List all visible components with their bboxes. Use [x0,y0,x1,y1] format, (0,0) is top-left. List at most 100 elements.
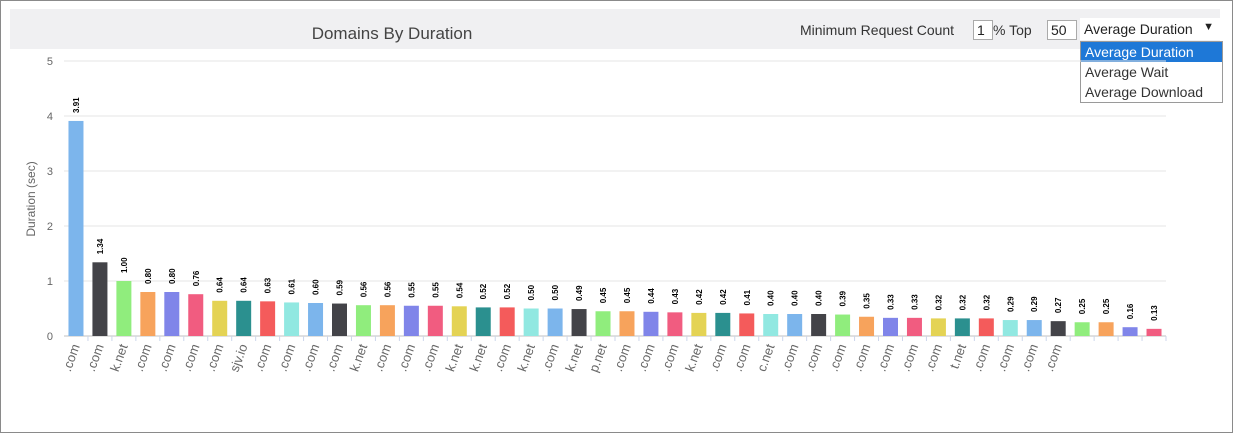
bar[interactable] [547,308,563,337]
data-label: 0.45 [623,287,632,303]
x-tick-label: .com [323,342,347,374]
data-label: 0.39 [839,290,848,306]
bar[interactable] [763,314,779,336]
bar[interactable] [403,305,419,336]
bar[interactable] [859,316,875,336]
data-label: 0.63 [264,277,273,293]
data-label: 0.32 [934,294,943,310]
bar[interactable] [1122,327,1138,336]
data-label: 0.60 [312,279,321,295]
x-tick-label: .com [203,342,227,374]
bar-chart: 0 1 2 3 4 5 Duration (sec) 3.91 1.34 1.00 0.80 0.… [24,56,1167,374]
y-tick-label: 1 [47,276,53,288]
bar[interactable] [284,302,300,336]
data-label: 0.27 [1054,297,1063,313]
x-tick-label: .com [371,342,395,374]
bar[interactable] [811,314,827,336]
x-tick-label: .com [394,342,418,374]
data-label: 0.32 [982,294,991,310]
data-label: 0.40 [791,290,800,306]
data-labels: 3.91 1.34 1.00 0.80 0.80 0.76 0.64 0.64 0.63 0.61… [72,97,1159,321]
bar[interactable] [930,318,946,336]
data-label: 0.16 [1126,303,1135,319]
bar[interactable] [308,303,324,336]
bar[interactable] [787,314,803,336]
bar[interactable] [619,311,635,336]
data-label: 0.40 [815,290,824,306]
x-tick-label: .com [922,342,946,374]
y-tick-label: 4 [47,111,53,123]
bar[interactable] [906,317,922,336]
bar[interactable] [451,306,467,336]
bar[interactable] [571,309,587,336]
bar[interactable] [643,311,659,336]
bar[interactable] [475,307,491,336]
bar[interactable] [954,318,970,336]
data-label: 0.45 [599,287,608,303]
bar[interactable] [116,281,132,336]
bar[interactable] [164,292,180,336]
x-tick-label: t.net [946,342,969,371]
bar[interactable] [523,308,539,337]
data-label: 0.42 [719,289,728,305]
data-label: 0.32 [958,294,967,310]
x-tick-label: .com [83,342,107,374]
x-tick-label: .com [610,342,634,374]
bar[interactable] [140,292,156,336]
bar[interactable] [1146,328,1162,336]
x-tick-label: .com [730,342,754,374]
x-tick-label: .com [418,342,442,374]
bar[interactable] [1074,322,1090,336]
x-tick-label: k.net [347,342,371,374]
x-tick-label: k.net [562,342,586,374]
bar[interactable] [1026,320,1042,336]
bar[interactable] [978,318,994,336]
data-label: 0.40 [767,290,776,306]
bar[interactable] [1050,321,1066,336]
y-tick-label: 3 [47,166,53,178]
bar[interactable] [667,312,683,336]
data-label: 0.42 [695,289,704,305]
bar[interactable] [379,305,395,336]
bar[interactable] [427,305,443,336]
bar[interactable] [715,312,731,336]
x-tick-label: .com [155,342,179,374]
x-tick-label: c.net [754,342,778,374]
data-label: 0.43 [671,288,680,304]
bar[interactable] [236,300,252,336]
bar[interactable] [68,120,84,336]
bar[interactable] [188,294,204,336]
data-label: 0.50 [551,284,560,300]
data-label: 1.34 [96,238,105,254]
data-label: 0.80 [168,268,177,284]
data-label: 3.91 [72,97,81,113]
bar[interactable] [595,311,611,336]
data-label: 0.41 [743,289,752,305]
bar[interactable] [355,305,371,336]
data-label: 0.61 [288,278,297,294]
x-tick-label: .com [299,342,323,374]
bar[interactable] [499,307,515,336]
bar[interactable] [739,313,755,336]
x-tick-label: sjv.io [227,342,251,374]
y-axis-ticks: 0 1 2 3 4 5 [47,56,53,343]
bar[interactable] [92,262,108,336]
data-label: 0.80 [144,268,153,284]
bar[interactable] [691,312,707,336]
bar[interactable] [1098,322,1114,336]
gridlines [64,60,1166,337]
data-label: 0.56 [359,281,368,297]
bar[interactable] [332,303,347,336]
data-label: 0.33 [887,294,896,310]
bar[interactable] [260,301,276,336]
bar[interactable] [835,314,851,336]
x-tick-label: .com [706,342,730,374]
bar[interactable] [883,317,898,336]
x-tick-label: .com [251,342,275,374]
x-tick-label: .com [874,342,898,374]
x-tick-label: .com [131,342,155,374]
x-tick-label: .com [59,342,83,374]
x-tick-label: k.net [442,342,466,374]
bar[interactable] [1002,320,1018,336]
bar[interactable] [212,300,228,336]
